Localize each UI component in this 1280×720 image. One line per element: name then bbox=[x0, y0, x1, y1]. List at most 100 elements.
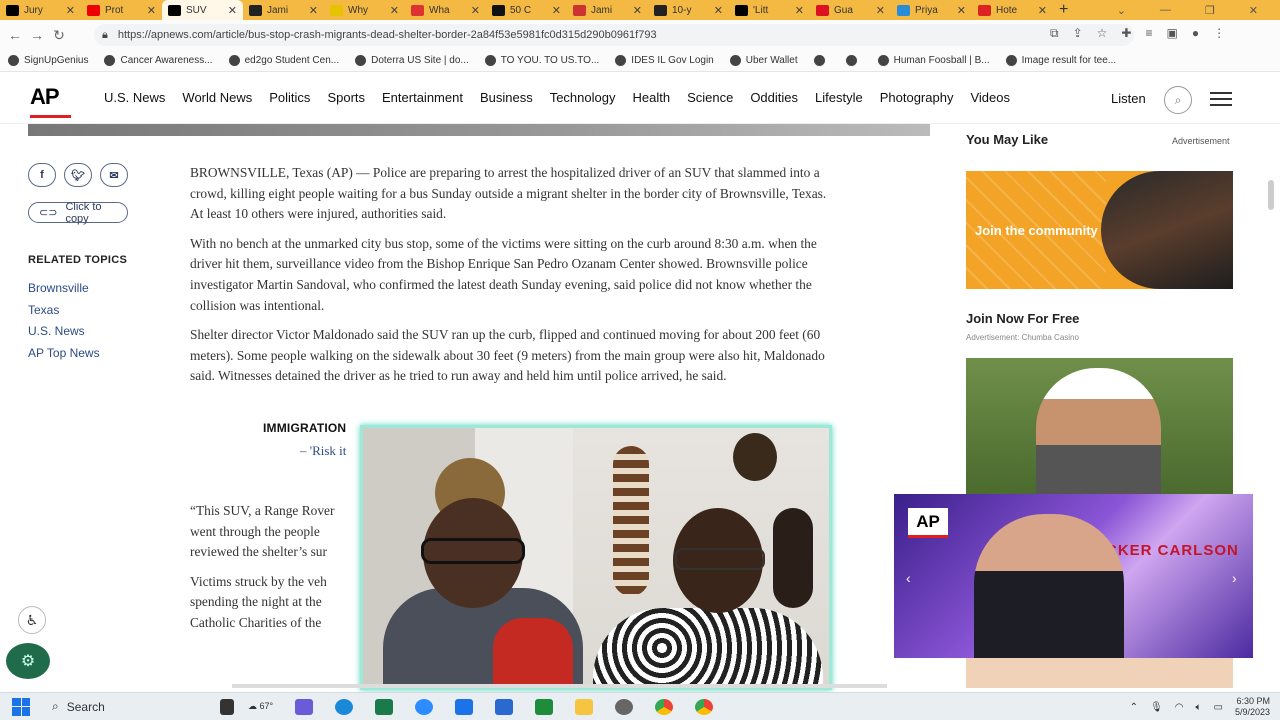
close-tab-icon[interactable]: ✕ bbox=[471, 4, 480, 17]
battery-icon[interactable]: ▭ bbox=[1214, 702, 1223, 713]
accessibility-icon[interactable]: ♿︎ bbox=[18, 606, 46, 634]
extensions-icon[interactable]: ✚ bbox=[1121, 26, 1131, 41]
webcam-overlay[interactable] bbox=[360, 425, 832, 690]
weather-widget[interactable]: ☁ 67° bbox=[248, 701, 273, 712]
share-icon[interactable]: ⇪ bbox=[1073, 26, 1083, 41]
scrollbar-thumb[interactable] bbox=[1268, 180, 1274, 210]
app-icon[interactable] bbox=[535, 698, 554, 715]
nav-link[interactable]: U.S. News bbox=[104, 90, 165, 105]
settings-icon[interactable] bbox=[615, 698, 634, 715]
mail-icon[interactable] bbox=[455, 698, 474, 715]
twitter-icon[interactable]: 🐦︎ bbox=[64, 163, 92, 187]
wifi-icon[interactable]: ◠ bbox=[1175, 702, 1184, 713]
chevron-right-icon[interactable]: › bbox=[1232, 570, 1237, 586]
sidebar-icon[interactable]: ▣ bbox=[1166, 26, 1177, 41]
nav-link[interactable]: Business bbox=[480, 90, 533, 105]
related-topic-link[interactable]: U.S. News bbox=[28, 324, 85, 338]
nav-link[interactable]: Lifestyle bbox=[815, 90, 863, 105]
bookmark-item[interactable]: Doterra US Site | do... bbox=[355, 55, 469, 66]
close-tab-icon[interactable]: ✕ bbox=[714, 4, 723, 17]
close-tab-icon[interactable]: ✕ bbox=[1038, 4, 1047, 17]
ad-image-cards[interactable] bbox=[966, 358, 1233, 498]
taskbar-search[interactable]: ⌕ Search bbox=[52, 699, 220, 714]
nav-link[interactable]: Health bbox=[632, 90, 670, 105]
cookie-settings-icon[interactable]: ⚙ bbox=[6, 643, 50, 679]
bookmark-item[interactable]: TO YOU. TO US.TO... bbox=[484, 55, 599, 66]
hamburger-menu-icon[interactable] bbox=[1210, 92, 1232, 106]
browser-tab[interactable]: Jury ✕ bbox=[0, 0, 81, 20]
star-icon[interactable]: ☆ bbox=[1097, 26, 1108, 41]
browser-tab[interactable]: Hote ✕ bbox=[972, 0, 1053, 20]
browser-tab[interactable]: Prot ✕ bbox=[81, 0, 162, 20]
close-tab-icon[interactable]: ✕ bbox=[147, 4, 156, 17]
store-icon[interactable] bbox=[375, 698, 394, 715]
task-view-icon[interactable] bbox=[220, 698, 234, 715]
related-topic-link[interactable]: Texas bbox=[28, 303, 59, 317]
minimize-icon[interactable]: — bbox=[1160, 4, 1171, 16]
copy-link-button[interactable]: ⊂⊃ Click to copy bbox=[28, 201, 128, 225]
chevron-up-icon[interactable]: ⌃ bbox=[1130, 702, 1138, 713]
calculator-icon[interactable] bbox=[495, 698, 514, 715]
facebook-icon[interactable]: f bbox=[28, 163, 56, 187]
restore-icon[interactable]: ❐ bbox=[1205, 4, 1215, 17]
zoom-icon[interactable] bbox=[415, 698, 434, 715]
browser-tab[interactable]: Jami ✕ bbox=[243, 0, 324, 20]
forward-icon[interactable]: → bbox=[26, 27, 48, 43]
ad-image-partial[interactable] bbox=[966, 658, 1233, 688]
speaker-icon[interactable]: 🔈︎ bbox=[1196, 702, 1202, 713]
related-story-link[interactable]: – 'Risk it bbox=[300, 443, 346, 459]
nav-link[interactable]: Photography bbox=[880, 90, 954, 105]
new-tab-icon[interactable]: + bbox=[1059, 1, 1068, 19]
browser-tab[interactable]: 'Litt ✕ bbox=[729, 0, 810, 20]
browser-tab[interactable]: Why ✕ bbox=[324, 0, 405, 20]
profile-icon[interactable]: ● bbox=[1192, 26, 1199, 41]
search-icon[interactable]: ⌕ bbox=[1164, 86, 1192, 114]
close-tab-icon[interactable]: ✕ bbox=[633, 4, 642, 17]
bookmark-item[interactable]: SignUpGenius bbox=[8, 55, 88, 66]
teams-icon[interactable] bbox=[295, 698, 314, 715]
chrome-icon[interactable] bbox=[695, 698, 714, 715]
close-tab-icon[interactable]: ✕ bbox=[876, 4, 885, 17]
related-topic-link[interactable]: AP Top News bbox=[28, 346, 100, 360]
bookmark-item[interactable] bbox=[845, 55, 862, 66]
nav-link[interactable]: Politics bbox=[269, 90, 310, 105]
windows-start-icon[interactable] bbox=[12, 697, 30, 716]
bookmark-item[interactable]: Human Foosball | B... bbox=[877, 55, 990, 66]
nav-link[interactable]: Technology bbox=[550, 90, 616, 105]
chrome-icon[interactable] bbox=[655, 698, 674, 715]
bookmark-item[interactable] bbox=[813, 55, 830, 66]
close-tab-icon[interactable]: ✕ bbox=[309, 4, 318, 17]
bookmark-item[interactable]: ed2go Student Cen... bbox=[228, 55, 339, 66]
install-icon[interactable]: ⧉ bbox=[1050, 26, 1059, 41]
browser-tab[interactable]: SUV ✕ bbox=[162, 0, 243, 20]
nav-link[interactable]: World News bbox=[182, 90, 252, 105]
horizontal-scrollbar[interactable] bbox=[232, 684, 887, 688]
chevron-left-icon[interactable]: ‹ bbox=[906, 570, 911, 586]
clock[interactable]: 6:30 PM 5/9/2023 bbox=[1235, 696, 1270, 718]
ap-logo[interactable]: AP bbox=[30, 84, 60, 110]
close-icon[interactable]: ✕ bbox=[1249, 4, 1258, 17]
bookmark-item[interactable]: Cancer Awareness... bbox=[104, 55, 213, 66]
nav-link[interactable]: Videos bbox=[970, 90, 1010, 105]
close-tab-icon[interactable]: ✕ bbox=[228, 4, 237, 17]
ad-image-community[interactable]: Join the community bbox=[966, 171, 1233, 289]
video-player[interactable]: TUCKER CARLSON AP ‹ › bbox=[894, 494, 1253, 658]
media-icon[interactable]: ≡ bbox=[1145, 26, 1152, 41]
browser-tab[interactable]: Jami ✕ bbox=[567, 0, 648, 20]
bookmark-item[interactable]: Image result for tee... bbox=[1005, 55, 1116, 66]
nav-link[interactable]: Entertainment bbox=[382, 90, 463, 105]
browser-tab[interactable]: Priya ✕ bbox=[891, 0, 972, 20]
url-field[interactable]: 🔒︎ https://apnews.com/article/bus-stop-c… bbox=[94, 24, 1134, 46]
ad-title[interactable]: Join Now For Free bbox=[966, 311, 1079, 326]
close-tab-icon[interactable]: ✕ bbox=[552, 4, 561, 17]
reload-icon[interactable]: ↻ bbox=[48, 27, 70, 44]
listen-button[interactable]: Listen bbox=[1111, 91, 1146, 106]
browser-tab[interactable]: Wha ✕ bbox=[405, 0, 486, 20]
nav-link[interactable]: Science bbox=[687, 90, 733, 105]
close-tab-icon[interactable]: ✕ bbox=[390, 4, 399, 17]
chevron-down-icon[interactable]: ⌄ bbox=[1117, 4, 1126, 17]
email-icon[interactable]: ✉ bbox=[100, 163, 128, 187]
nav-link[interactable]: Sports bbox=[327, 90, 365, 105]
close-tab-icon[interactable]: ✕ bbox=[795, 4, 804, 17]
menu-icon[interactable]: ⋮ bbox=[1213, 26, 1225, 41]
